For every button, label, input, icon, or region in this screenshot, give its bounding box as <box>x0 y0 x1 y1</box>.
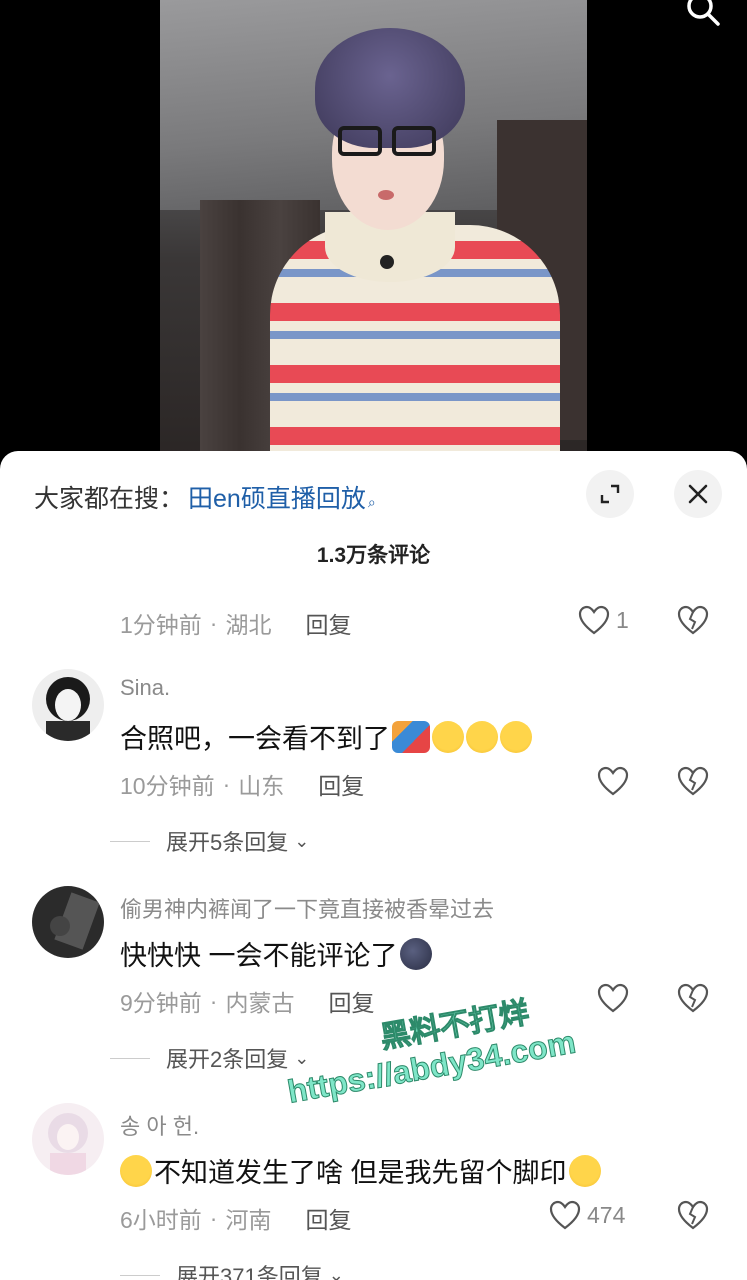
like-count: 1 <box>616 606 629 633</box>
comment-content: 不知道发生了啥 但是我先留个脚印 <box>120 1151 601 1190</box>
search-icon: ⌕ <box>367 494 376 510</box>
comment-text: 快快快 一会不能评论了 <box>120 941 398 971</box>
comment-meta: 10分钟前 · 山东 回复 <box>120 767 364 801</box>
comment-text: 不知道发生了啥 但是我先留个脚印 <box>154 1158 567 1188</box>
avatar-image <box>32 669 104 741</box>
reply-button[interactable]: 回复 <box>318 767 364 801</box>
expand-replies-label: 展开2条回复 <box>166 1047 289 1072</box>
yum-emoji-icon <box>568 1155 601 1187</box>
comment-meta: 6小时前 · 河南 回复 <box>120 1201 351 1235</box>
comment-time: 9分钟前 <box>120 990 202 1016</box>
yum-emoji-icon <box>500 721 532 753</box>
expand-replies-button[interactable]: 展开5条回复 ⌄ <box>110 825 309 857</box>
divider-line <box>110 1057 150 1059</box>
video-person-button <box>380 255 394 269</box>
comments-count-title: 1.3万条评论 <box>316 544 431 567</box>
close-icon <box>688 484 708 504</box>
comment-meta: 9分钟前 · 内蒙古 回复 <box>120 984 374 1018</box>
comment-time: 6小时前 <box>120 1207 202 1233</box>
close-button[interactable] <box>674 470 722 518</box>
video-person-mouth <box>378 190 394 200</box>
broken-heart-icon[interactable] <box>677 605 709 635</box>
yum-emoji-icon <box>432 721 464 753</box>
comment-username[interactable]: 송 아 헌. <box>120 1109 199 1141</box>
grin-emoji-icon <box>120 1155 152 1187</box>
comment-time: 1分钟前 <box>120 612 202 638</box>
comment-username[interactable]: 偷男神内裤闻了一下竟直接被香晕过去 <box>120 892 494 924</box>
comment-text: 合照吧，一会看不到了 <box>120 724 390 754</box>
heart-icon <box>549 1200 581 1230</box>
reply-button[interactable]: 回复 <box>305 1201 351 1235</box>
avatar[interactable] <box>32 1103 104 1175</box>
broken-heart-icon[interactable] <box>677 766 709 796</box>
avatar[interactable] <box>32 669 104 741</box>
video-player[interactable] <box>0 0 747 470</box>
avatar[interactable] <box>32 886 104 958</box>
comment-meta: 1分钟前 · 湖北 回复 <box>120 606 351 640</box>
heart-icon[interactable] <box>597 983 629 1013</box>
comment-location: 河南 <box>225 1207 272 1233</box>
expand-button[interactable] <box>586 470 634 518</box>
comment-location: 湖北 <box>225 612 272 638</box>
like-button[interactable]: 474 <box>549 1200 625 1230</box>
search-icon[interactable] <box>685 0 721 28</box>
comment-time: 10分钟前 <box>120 773 215 799</box>
meta-separator: · <box>209 987 218 1014</box>
broken-heart-icon[interactable] <box>677 983 709 1013</box>
heart-icon[interactable] <box>597 766 629 796</box>
comments-sheet: 大家都在搜： 田en硕直播回放 ⌕ 1.3万条评论 1分钟前 · 湖北 回复 1 <box>0 451 747 1280</box>
comment-content: 合照吧，一会看不到了 <box>120 717 532 756</box>
heart-icon <box>578 605 610 635</box>
running-emoji-icon <box>392 721 430 753</box>
divider-line <box>110 840 150 842</box>
chevron-down-icon: ⌄ <box>294 830 310 851</box>
meta-separator: · <box>209 609 218 636</box>
expand-replies-label: 展开371条回复 <box>176 1264 323 1280</box>
meta-separator: · <box>222 770 231 797</box>
video-person-glasses-right <box>392 126 436 156</box>
moon-face-emoji-icon <box>399 938 432 970</box>
yum-emoji-icon <box>466 721 498 753</box>
trending-search-prefix: 大家都在搜： <box>34 485 185 513</box>
comment-location: 山东 <box>238 773 285 799</box>
meta-separator: · <box>209 1204 218 1231</box>
video-person-glasses-left <box>338 126 382 156</box>
broken-heart-icon[interactable] <box>677 1200 709 1230</box>
video-frame[interactable] <box>160 0 587 470</box>
reply-button[interactable]: 回复 <box>328 984 374 1018</box>
avatar-image <box>32 886 104 958</box>
chevron-down-icon: ⌄ <box>328 1264 344 1280</box>
comment-username[interactable]: Sina. <box>120 675 170 701</box>
expand-replies-label: 展开5条回复 <box>166 830 289 855</box>
avatar-image <box>32 1103 104 1175</box>
comment-location: 内蒙古 <box>225 990 295 1016</box>
comment-content: 快快快 一会不能评论了 <box>120 934 432 973</box>
trending-search-bar[interactable]: 大家都在搜： 田en硕直播回放 ⌕ <box>34 479 376 515</box>
trending-search-term[interactable]: 田en硕直播回放 <box>188 479 366 515</box>
expand-replies-button[interactable]: 展开371条回复 ⌄ <box>120 1259 344 1280</box>
reply-button[interactable]: 回复 <box>305 606 351 640</box>
like-button[interactable]: 1 <box>578 605 629 635</box>
expand-icon <box>600 484 620 504</box>
like-count: 474 <box>587 1201 626 1228</box>
divider-line <box>120 1274 160 1276</box>
